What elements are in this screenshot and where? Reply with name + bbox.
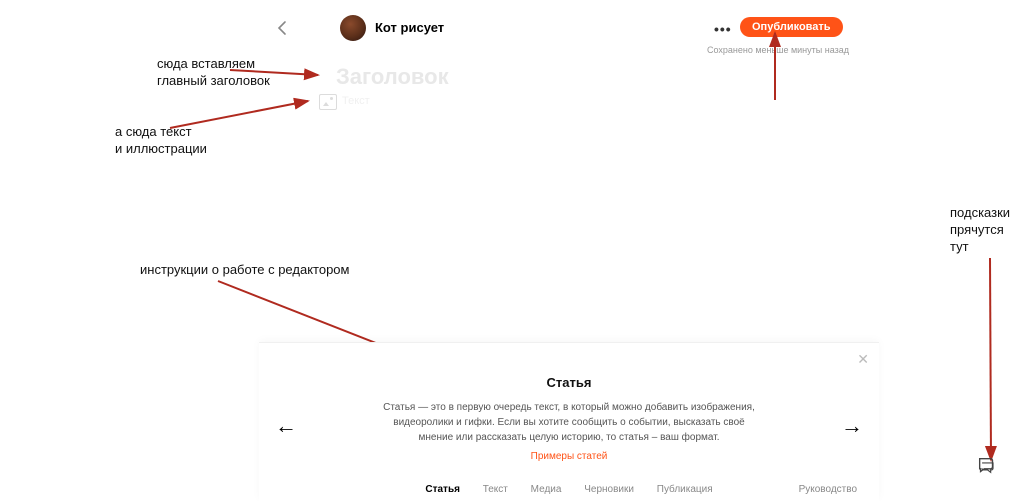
body-input[interactable]: Текст <box>342 95 370 107</box>
help-chat-icon[interactable] <box>976 455 998 477</box>
close-icon[interactable]: ✕ <box>857 351 869 368</box>
tip-tab-article[interactable]: Статья <box>425 484 460 495</box>
channel-name[interactable]: Кот рисует <box>375 20 444 35</box>
annotation-body-hint: а сюда текст и иллюстрации <box>115 124 207 158</box>
tip-guide-link[interactable]: Руководство <box>799 484 857 495</box>
tip-tab-media[interactable]: Медиа <box>531 484 562 495</box>
tip-tab-text[interactable]: Текст <box>483 484 508 495</box>
tip-examples-link[interactable]: Примеры статей <box>259 451 879 462</box>
save-status: Сохранено меньше минуты назад <box>707 45 849 55</box>
annotation-instructions: инструкции о работе с редактором <box>140 262 349 279</box>
annotation-tips: подсказки прячутся тут <box>950 205 1010 256</box>
tip-tab-drafts[interactable]: Черновики <box>584 484 634 495</box>
title-input[interactable]: Заголовок <box>336 64 449 90</box>
more-menu-button[interactable]: ••• <box>714 21 732 37</box>
back-button[interactable] <box>273 19 291 37</box>
tip-tab-publication[interactable]: Публикация <box>657 484 713 495</box>
publish-button[interactable]: Опубликовать <box>740 17 843 37</box>
insert-image-icon[interactable] <box>319 94 337 110</box>
annotation-title-hint: сюда вставляем главный заголовок <box>157 56 270 90</box>
tip-prev-button[interactable]: ← <box>275 413 297 439</box>
tip-description: Статья — это в первую очередь текст, в к… <box>379 400 759 445</box>
tip-next-button[interactable]: → <box>841 413 863 439</box>
tip-panel: ✕ ← → Статья Статья — это в первую очере… <box>259 342 879 501</box>
channel-avatar[interactable] <box>340 15 366 41</box>
tip-title: Статья <box>259 375 879 390</box>
tip-tabs: Статья Текст Медиа Черновики Публикация <box>259 484 879 495</box>
